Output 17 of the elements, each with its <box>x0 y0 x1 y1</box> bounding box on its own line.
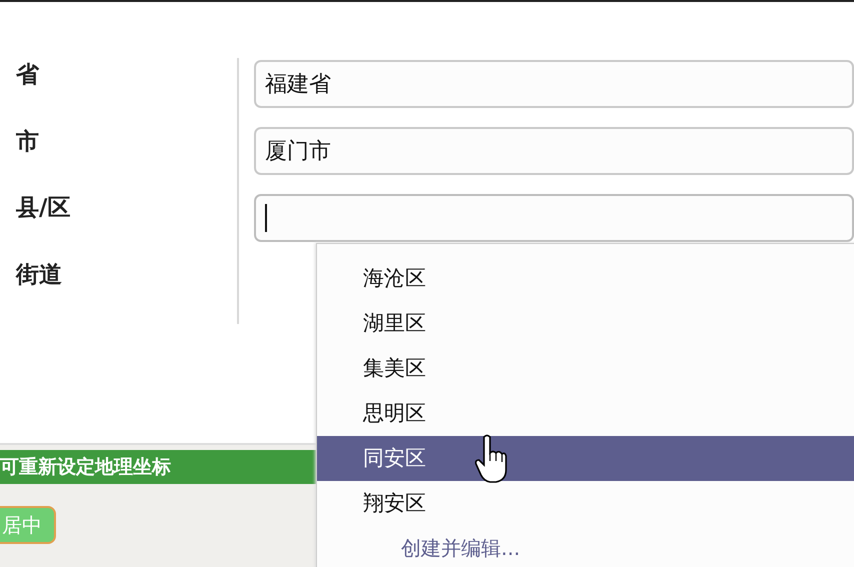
dropdown-option[interactable]: 思明区 <box>317 391 854 436</box>
banner: 可重新设定地理坐标 <box>0 450 316 484</box>
create-link[interactable]: 创建并编辑... <box>317 526 854 567</box>
field-label: 省 <box>16 61 40 90</box>
input-field[interactable]: 厦门市 <box>254 127 854 175</box>
dropdown-option[interactable]: 翔安区 <box>317 481 854 526</box>
dropdown-option[interactable]: 海沧区 <box>317 256 854 301</box>
field-label: 街道 <box>16 260 63 290</box>
dropdown-option[interactable]: 集美区 <box>317 346 854 391</box>
dropdown-option[interactable]: 同安区 <box>317 436 854 481</box>
hand-cursor-icon <box>475 434 507 484</box>
field-label: 市 <box>16 128 40 156</box>
input-field[interactable] <box>254 194 854 242</box>
field-label: 县/区 <box>16 194 72 223</box>
dropdown-option[interactable]: 湖里区 <box>317 301 854 346</box>
text-caret <box>265 204 267 232</box>
input-field[interactable]: 福建省 <box>254 60 854 108</box>
